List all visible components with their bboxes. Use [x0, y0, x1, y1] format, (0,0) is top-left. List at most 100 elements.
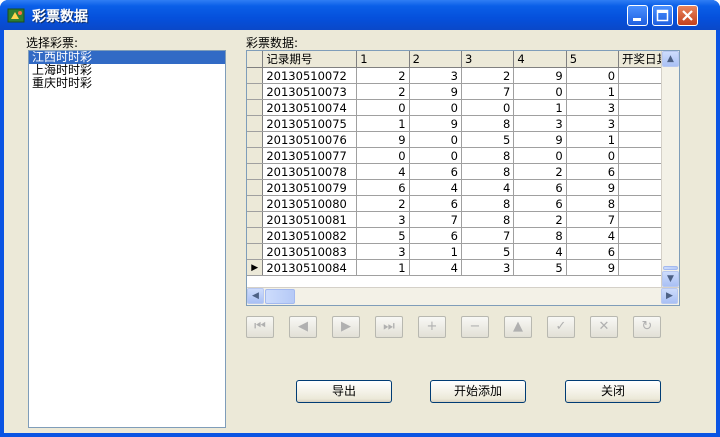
scroll-up-button[interactable]: ▲ [662, 51, 679, 67]
table-row[interactable]: 20130510077 0 0 8 0 0 [247, 147, 679, 164]
grid-cell[interactable]: 3 [409, 67, 462, 84]
row-indicator-cell[interactable] [247, 211, 264, 228]
grid-cell[interactable]: 5 [356, 227, 410, 244]
grid-cell[interactable]: 0 [513, 147, 567, 164]
period-cell[interactable]: 20130510082 [262, 227, 358, 244]
column-header[interactable]: 记录期号 [262, 51, 358, 68]
grid-cell[interactable]: 3 [356, 211, 410, 228]
grid-cell[interactable]: 7 [461, 227, 515, 244]
vertical-scrollbar[interactable]: ▲ ▼ [661, 51, 679, 287]
row-indicator-cell[interactable] [247, 99, 264, 116]
grid-cell[interactable]: 0 [409, 131, 462, 148]
table-row[interactable]: ▶ 20130510084 1 4 3 5 9 [247, 259, 679, 276]
row-indicator-cell[interactable] [247, 179, 264, 196]
grid-cell[interactable]: 8 [461, 147, 515, 164]
minimize-button[interactable] [627, 5, 648, 26]
row-indicator-cell[interactable] [247, 83, 264, 100]
grid-cell[interactable]: 7 [461, 83, 515, 100]
grid-cell[interactable]: 6 [566, 163, 620, 180]
column-header[interactable]: 3 [461, 51, 515, 68]
grid-cell[interactable]: 1 [409, 243, 462, 260]
grid-cell[interactable]: 5 [461, 131, 515, 148]
table-row[interactable]: 20130510082 5 6 7 8 4 [247, 227, 679, 244]
nav-delete-button[interactable]: − [461, 316, 489, 338]
table-row[interactable]: 20130510072 2 3 2 9 0 [247, 67, 679, 84]
grid-cell[interactable]: 9 [356, 131, 410, 148]
grid-cell[interactable]: 3 [461, 259, 515, 276]
period-cell[interactable]: 20130510084 [262, 259, 358, 276]
row-indicator-cell[interactable] [247, 131, 264, 148]
grid-cell[interactable]: 8 [461, 163, 515, 180]
grid-cell[interactable]: 8 [461, 115, 515, 132]
nav-insert-button[interactable]: + [418, 316, 446, 338]
grid-cell[interactable]: 2 [356, 83, 410, 100]
table-row[interactable]: 20130510080 2 6 8 6 8 [247, 195, 679, 212]
grid-cell[interactable]: 4 [461, 179, 515, 196]
grid-cell[interactable]: 0 [409, 147, 462, 164]
table-row[interactable]: 20130510081 3 7 8 2 7 [247, 211, 679, 228]
column-header[interactable]: 2 [409, 51, 462, 68]
grid-cell[interactable]: 1 [513, 99, 567, 116]
scroll-left-button[interactable]: ◀ [247, 288, 264, 304]
period-cell[interactable]: 20130510077 [262, 147, 358, 164]
period-cell[interactable]: 20130510072 [262, 67, 358, 84]
horizontal-scroll-thumb[interactable] [265, 289, 295, 304]
grid-cell[interactable]: 1 [566, 83, 620, 100]
grid-cell[interactable]: 0 [513, 83, 567, 100]
table-row[interactable]: 20130510083 3 1 5 4 6 [247, 243, 679, 260]
period-cell[interactable]: 20130510075 [262, 115, 358, 132]
grid-cell[interactable]: 6 [356, 179, 410, 196]
column-header[interactable]: 4 [513, 51, 567, 68]
period-cell[interactable]: 20130510079 [262, 179, 358, 196]
lottery-data-grid[interactable]: 记录期号 1 2 3 4 5 开奖日其 20130510072 2 3 2 9 0 2013… [246, 50, 680, 306]
grid-cell[interactable]: 2 [513, 163, 567, 180]
export-button[interactable]: 导出 [296, 380, 392, 403]
grid-cell[interactable]: 8 [513, 227, 567, 244]
row-indicator-cell[interactable] [247, 243, 264, 260]
grid-cell[interactable]: 6 [566, 243, 620, 260]
scroll-right-button[interactable]: ▶ [661, 288, 678, 304]
grid-cell[interactable]: 2 [513, 211, 567, 228]
nav-post-button[interactable]: ✓ [547, 316, 575, 338]
grid-cell[interactable]: 3 [356, 243, 410, 260]
grid-cell[interactable]: 9 [409, 115, 462, 132]
period-cell[interactable]: 20130510074 [262, 99, 358, 116]
grid-cell[interactable]: 9 [566, 259, 620, 276]
row-indicator-cell[interactable] [247, 195, 264, 212]
grid-cell[interactable]: 9 [566, 179, 620, 196]
table-row[interactable]: 20130510075 1 9 8 3 3 [247, 115, 679, 132]
grid-cell[interactable]: 6 [513, 179, 567, 196]
lottery-list-item[interactable]: 重庆时时彩 [29, 77, 225, 90]
grid-cell[interactable]: 3 [566, 115, 620, 132]
row-indicator-cell[interactable] [247, 67, 264, 84]
grid-cell[interactable]: 2 [461, 67, 515, 84]
grid-cell[interactable]: 0 [356, 99, 410, 116]
scroll-down-button[interactable]: ▼ [662, 271, 679, 287]
maximize-button[interactable] [652, 5, 673, 26]
grid-cell[interactable]: 0 [461, 99, 515, 116]
nav-last-button[interactable]: ⏭ [375, 316, 403, 338]
period-cell[interactable]: 20130510076 [262, 131, 358, 148]
grid-cell[interactable]: 9 [513, 131, 567, 148]
grid-cell[interactable]: 6 [409, 227, 462, 244]
grid-cell[interactable]: 3 [566, 99, 620, 116]
grid-cell[interactable]: 7 [566, 211, 620, 228]
vertical-scroll-thumb[interactable] [663, 266, 678, 270]
nav-edit-button[interactable]: ▲ [504, 316, 532, 338]
row-indicator-cell[interactable] [247, 115, 264, 132]
start-add-button[interactable]: 开始添加 [430, 380, 526, 403]
grid-cell[interactable]: 1 [566, 131, 620, 148]
lottery-listbox[interactable]: 江西时时彩 上海时时彩 重庆时时彩 [28, 50, 226, 428]
table-row[interactable]: 20130510079 6 4 4 6 9 [247, 179, 679, 196]
grid-cell[interactable]: 0 [409, 99, 462, 116]
table-row[interactable]: 20130510074 0 0 0 1 3 [247, 99, 679, 116]
grid-cell[interactable]: 2 [356, 67, 410, 84]
period-cell[interactable]: 20130510073 [262, 83, 358, 100]
nav-first-button[interactable]: ⏮ [246, 316, 274, 338]
grid-cell[interactable]: 0 [566, 67, 620, 84]
grid-cell[interactable]: 8 [461, 211, 515, 228]
grid-cell[interactable]: 9 [409, 83, 462, 100]
grid-cell[interactable]: 9 [513, 67, 567, 84]
grid-cell[interactable]: 4 [409, 179, 462, 196]
grid-cell[interactable]: 5 [461, 243, 515, 260]
